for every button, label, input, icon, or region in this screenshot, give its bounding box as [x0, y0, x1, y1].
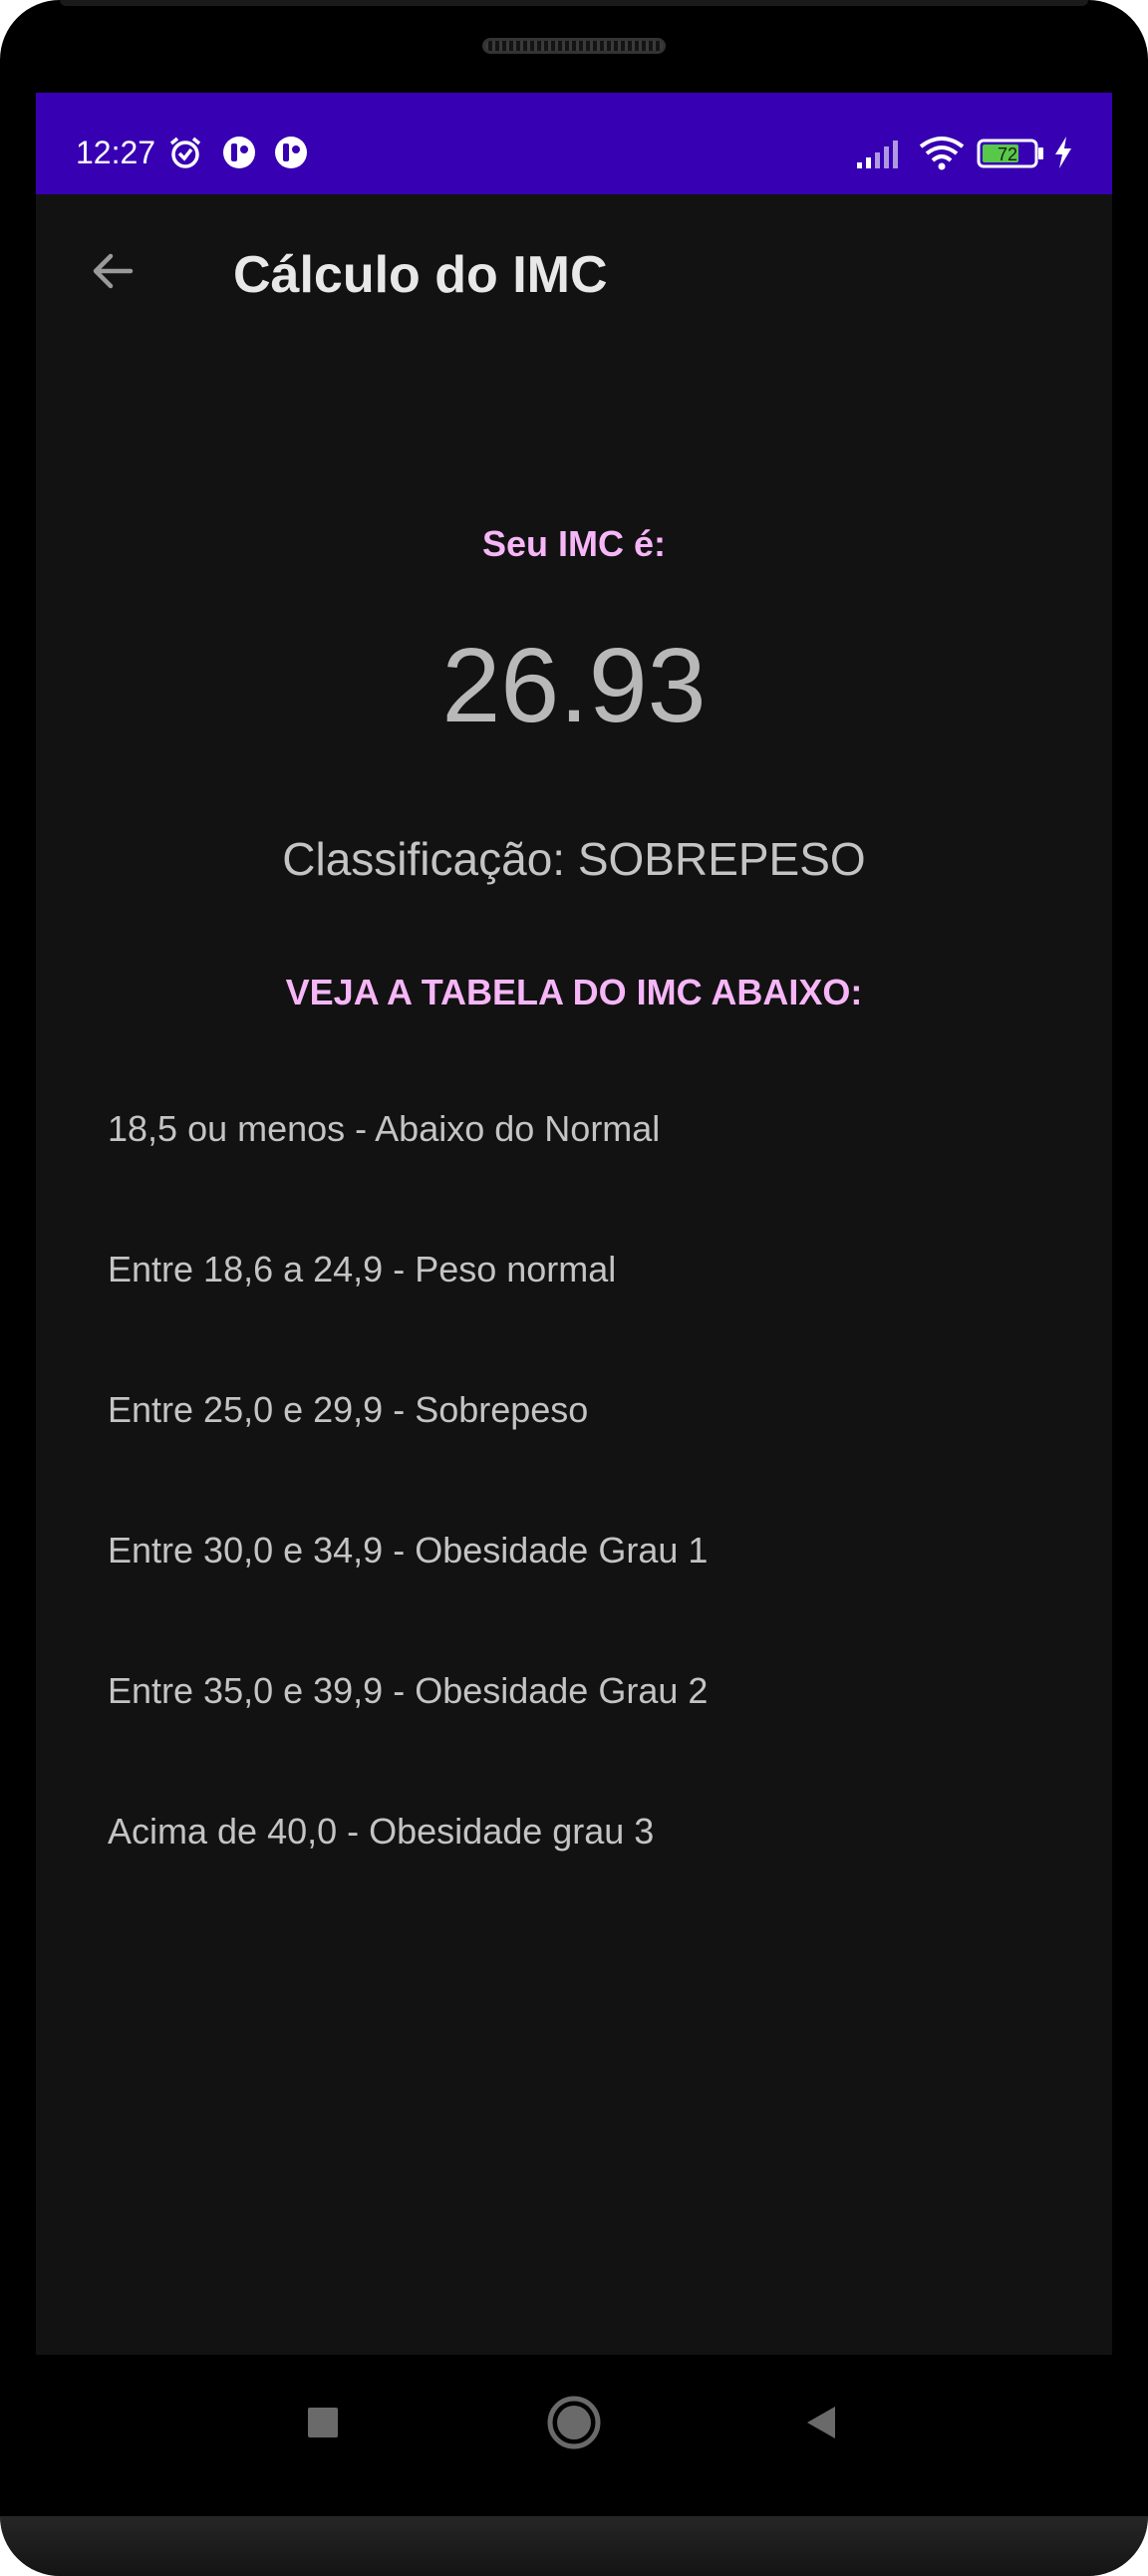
list-item: Entre 18,6 a 24,9 - Peso normal [108, 1249, 617, 1289]
back-triangle-icon [801, 2403, 841, 2447]
status-bar: 12:27 72 [36, 93, 1112, 194]
list-item: Entre 25,0 e 29,9 - Sobrepeso [108, 1389, 589, 1430]
imc-value: 26.93 [441, 627, 707, 744]
list-item: Entre 30,0 e 34,9 - Obesidade Grau 1 [108, 1530, 709, 1571]
device-bottom-edge [0, 2516, 1148, 2576]
bezel-edge [60, 0, 1088, 6]
charging-icon [1050, 135, 1076, 168]
back-button[interactable] [80, 240, 145, 306]
app-notification-icon [221, 135, 255, 168]
app-bar: Cálculo do IMC [36, 194, 1112, 354]
recents-square-icon [305, 2405, 341, 2445]
home-button[interactable] [544, 2395, 604, 2454]
status-time: 12:27 [76, 135, 156, 170]
earpiece-speaker [482, 38, 666, 54]
home-circle-icon [546, 2395, 602, 2455]
alarm-icon [167, 135, 201, 168]
phone-frame: 12:27 72 Cálculo do IMC Seu IMC é: 26.93… [0, 0, 1148, 2576]
battery-icon: 72 [977, 135, 1046, 168]
table-title: VEJA A TABELA DO IMC ABAIXO: [285, 972, 863, 1012]
imc-ranges-list: 18,5 ou menos - Abaixo do Normal Entre 1… [108, 1111, 708, 1954]
classification-text: Classificação: SOBREPESO [282, 833, 866, 885]
wifi-icon [917, 135, 967, 170]
app-notification-icon [273, 135, 307, 168]
recents-button[interactable] [293, 2395, 353, 2454]
list-item: Entre 35,0 e 39,9 - Obesidade Grau 2 [108, 1670, 709, 1711]
signal-icon [855, 135, 905, 168]
arrow-back-icon [87, 245, 139, 302]
navigation-bar [0, 2355, 1148, 2484]
battery-level: 72 [998, 144, 1017, 164]
app-screen: 12:27 72 Cálculo do IMC Seu IMC é: 26.93… [36, 93, 1112, 2355]
back-nav-button[interactable] [791, 2395, 851, 2454]
page-title: Cálculo do IMC [233, 246, 608, 304]
imc-label: Seu IMC é: [481, 523, 667, 564]
list-item: 18,5 ou menos - Abaixo do Normal [108, 1108, 661, 1149]
list-item: Acima de 40,0 - Obesidade grau 3 [108, 1811, 655, 1852]
